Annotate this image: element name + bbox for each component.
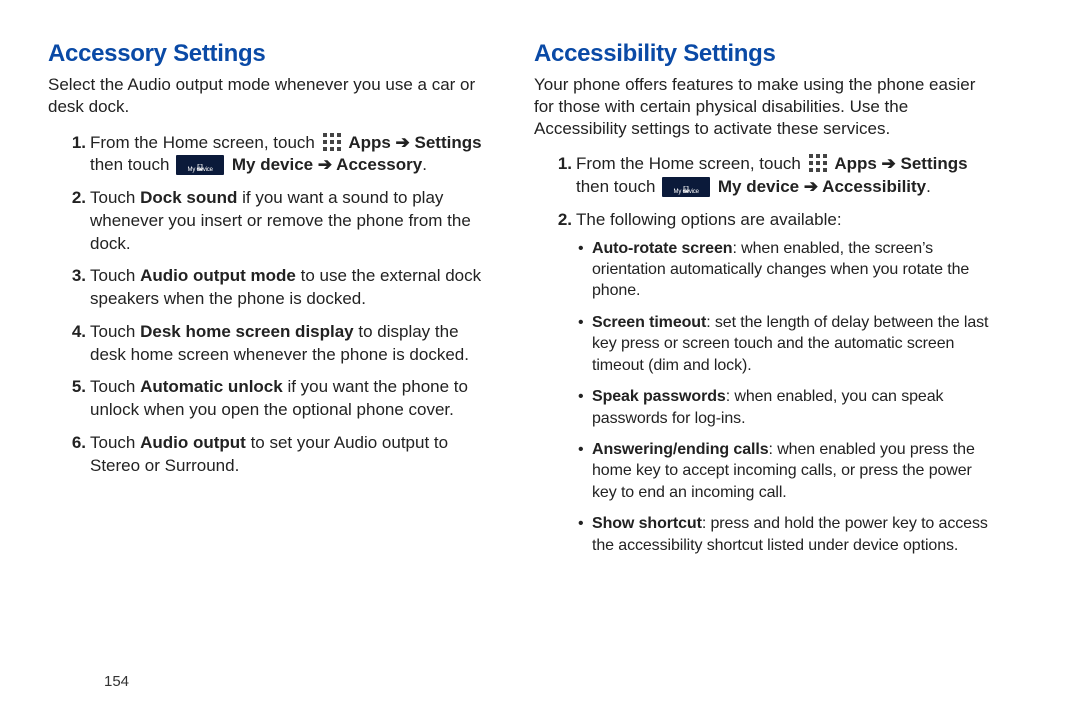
accessory-step-5: 5. Touch Automatic unlock if you want th… <box>90 376 496 422</box>
accessory-step-2: 2. Touch Dock sound if you want a sound … <box>90 187 496 255</box>
option-screen-timeout: Screen timeout: set the length of delay … <box>578 312 1000 376</box>
accessory-step-4: 4. Touch Desk home screen display to dis… <box>90 321 496 367</box>
accessory-step-6: 6. Touch Audio output to set your Audio … <box>90 432 496 478</box>
apps-settings-label: Apps ➔ Settings <box>348 133 481 152</box>
manual-page: Accessory Settings Select the Audio outp… <box>0 0 1080 720</box>
accessibility-heading: Accessibility Settings <box>534 40 1008 68</box>
accessory-heading: Accessory Settings <box>48 40 504 68</box>
accessory-intro: Select the Audio output mode whenever yo… <box>48 74 486 118</box>
apps-grid-icon <box>808 153 828 173</box>
right-column: Accessibility Settings Your phone offers… <box>528 40 1008 700</box>
page-number: 154 <box>104 673 129 690</box>
accessibility-step-2: 2. The following options are available: … <box>576 209 1000 556</box>
option-show-shortcut: Show shortcut: press and hold the power … <box>578 513 1000 556</box>
mydevice-accessibility-label: My device ➔ Accessibility <box>718 177 926 196</box>
apps-grid-icon <box>322 132 342 152</box>
my-device-icon: My device <box>662 177 710 197</box>
my-device-icon: My device <box>176 155 224 175</box>
accessory-steps: 1. From the Home screen, touch Apps ➔ Se… <box>70 132 504 478</box>
option-speak-passwords: Speak passwords: when enabled, you can s… <box>578 386 1000 429</box>
accessory-step-1: 1. From the Home screen, touch Apps ➔ Se… <box>90 132 496 178</box>
accessibility-options: Auto-rotate screen: when enabled, the sc… <box>578 238 1000 557</box>
mydevice-accessory-label: My device ➔ Accessory <box>232 155 422 174</box>
option-auto-rotate: Auto-rotate screen: when enabled, the sc… <box>578 238 1000 302</box>
apps-settings-label: Apps ➔ Settings <box>834 154 967 173</box>
left-column: Accessory Settings Select the Audio outp… <box>48 40 528 700</box>
accessibility-step-1: 1. From the Home screen, touch Apps ➔ Se… <box>576 153 1000 199</box>
option-answering-calls: Answering/ending calls: when enabled you… <box>578 439 1000 503</box>
accessibility-steps: 1. From the Home screen, touch Apps ➔ Se… <box>556 153 1008 556</box>
accessory-step-3: 3. Touch Audio output mode to use the ex… <box>90 265 496 311</box>
accessibility-intro: Your phone offers features to make using… <box>534 74 990 139</box>
